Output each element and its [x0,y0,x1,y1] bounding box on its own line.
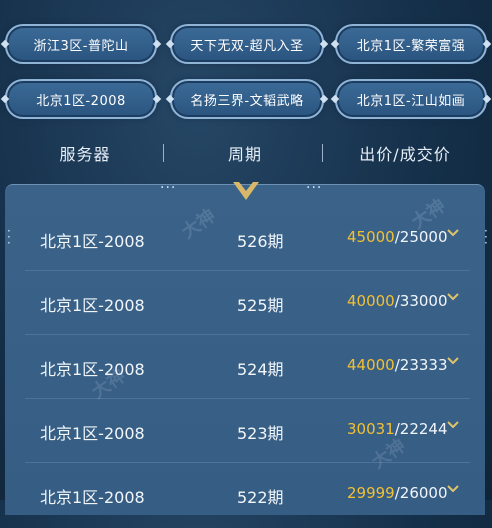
header-divider [163,144,164,162]
row-bid: 44000 [347,356,395,374]
table-header: 服务器 周期 出价/成交价 [0,138,492,168]
row-bid: 30031 [347,420,395,438]
row-divider [25,334,470,335]
header-divider [322,144,323,162]
server-chip-tianxiawushuang[interactable]: 天下无双-超凡入圣 [170,24,324,64]
server-chip-group: 浙江3区-普陀山 天下无双-超凡入圣 北京1区-繁荣富强 北京1区-2008 名… [0,0,492,130]
row-period: 523期 [237,424,284,443]
row-bid: 45000 [347,228,395,246]
chevron-down-icon[interactable] [446,354,460,368]
header-period[interactable]: 周期 [210,141,280,165]
row-price: 29999/26000 [347,484,448,502]
table-row[interactable]: 北京1区-2008 524期 44000/23333 [5,338,485,400]
table-row[interactable]: 北京1区-2008 522期 29999/26000 [5,466,485,528]
server-chip-beijing1-fanrongfuqiang[interactable]: 北京1区-繁荣富强 [335,24,487,64]
server-chip-beijing1-jiangshanruhua[interactable]: 北京1区-江山如画 [335,79,487,119]
chevron-down-icon[interactable] [446,226,460,240]
header-server[interactable]: 服务器 [50,141,120,165]
chevron-down-icon[interactable] [446,290,460,304]
row-divider [25,398,470,399]
row-deal: /22244 [394,420,448,438]
row-server: 北京1区-2008 [40,360,145,379]
server-chip-mingyangsanjie[interactable]: 名扬三界-文韬武略 [170,79,324,119]
table-row[interactable]: 北京1区-2008 525期 40000/33000 [5,274,485,336]
ornament-icon [233,182,259,200]
header-price[interactable]: 出价/成交价 [345,141,465,165]
row-period: 522期 [237,488,284,507]
row-divider [25,270,470,271]
table-row[interactable]: 北京1区-2008 523期 30031/22244 [5,402,485,464]
row-server: 北京1区-2008 [40,488,145,507]
more-dots-icon: ··· [306,180,323,196]
row-server: 北京1区-2008 [40,232,145,251]
row-divider [25,462,470,463]
row-price: 45000/25000 [347,228,448,246]
chevron-down-icon[interactable] [446,482,460,496]
server-chip-beijing1-2008[interactable]: 北京1区-2008 [5,79,157,119]
server-chip-zhejiang3-putuoshan[interactable]: 浙江3区-普陀山 [5,24,157,64]
row-period: 526期 [237,232,284,251]
row-period: 524期 [237,360,284,379]
row-server: 北京1区-2008 [40,424,145,443]
row-bid: 29999 [347,484,395,502]
row-period: 525期 [237,296,284,315]
chevron-down-icon[interactable] [446,418,460,432]
row-deal: /26000 [394,484,448,502]
row-bid: 40000 [347,292,395,310]
row-price: 44000/23333 [347,356,448,374]
row-server: 北京1区-2008 [40,296,145,315]
row-deal: /33000 [394,292,448,310]
row-deal: /23333 [394,356,448,374]
more-dots-icon: ··· [160,180,177,196]
row-price: 40000/33000 [347,292,448,310]
